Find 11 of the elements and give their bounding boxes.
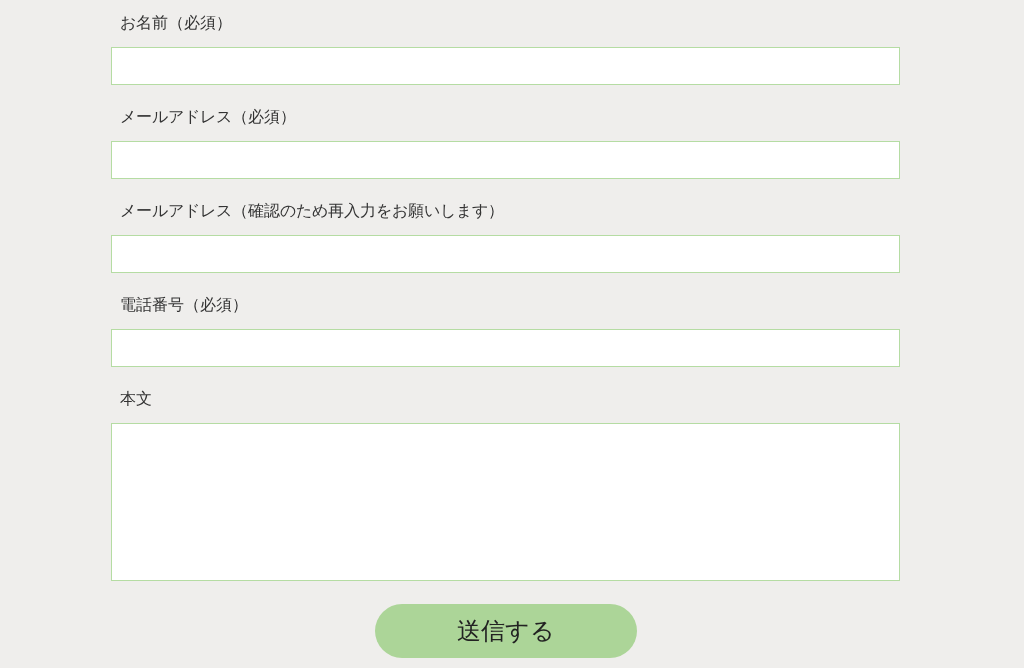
field-label: メールアドレス（必須） <box>120 106 296 128</box>
input-field[interactable] <box>111 141 900 179</box>
field-label: 電話番号（必須） <box>120 294 248 316</box>
field-label: お名前（必須） <box>120 12 232 34</box>
input-field[interactable] <box>111 235 900 273</box>
field-label: 本文 <box>120 388 152 410</box>
field-label: メールアドレス（確認のため再入力をお願いします） <box>120 200 504 222</box>
input-field[interactable] <box>111 47 900 85</box>
input-field[interactable] <box>111 329 900 367</box>
message-field[interactable] <box>111 423 900 581</box>
submit-button[interactable]: 送信する <box>374 604 637 658</box>
